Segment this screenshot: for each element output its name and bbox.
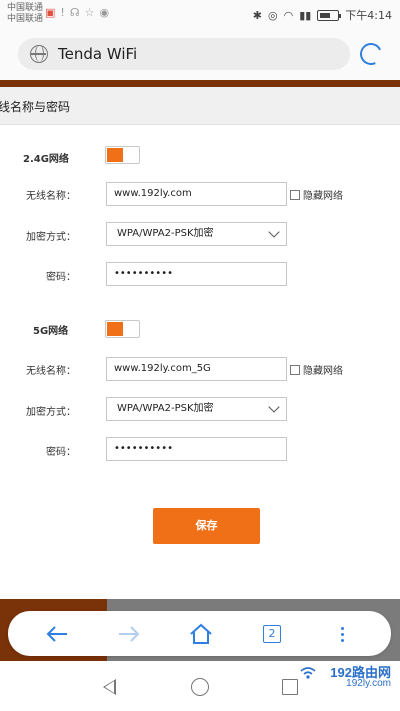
- save-button[interactable]: 保存: [153, 508, 260, 544]
- nav-home-icon[interactable]: [191, 678, 209, 696]
- security-5-value: WPA/WPA2-PSK加密: [117, 403, 214, 414]
- ssid-24-input[interactable]: www.192ly.com: [106, 182, 287, 206]
- tabs-button[interactable]: 2: [257, 619, 287, 649]
- hide-5-option[interactable]: 隐藏网络: [290, 362, 343, 377]
- hide-5-checkbox[interactable]: [290, 364, 300, 375]
- home-icon[interactable]: [186, 619, 216, 649]
- password-24-label: 密码：: [46, 272, 76, 283]
- band-5-toggle[interactable]: [105, 320, 140, 338]
- tab-count: 2: [263, 625, 281, 643]
- page-header-strip: [0, 80, 400, 87]
- toggle-knob: [107, 322, 123, 336]
- clock: 下午4:14: [345, 9, 392, 22]
- eye-icon: ◎: [267, 8, 278, 22]
- star-icon: ☆: [84, 6, 95, 19]
- watermark-url: 192ly.com: [346, 678, 391, 689]
- app-notification-icon: ▣: [45, 6, 56, 19]
- band-24-label: 2.4G网络: [23, 154, 69, 165]
- browser-toolbar: 2: [8, 611, 391, 656]
- battery-icon: [317, 9, 342, 21]
- system-status: ✱ ◎ ◠ ▮▮ 下午4:14: [253, 7, 392, 23]
- nav-recents-icon[interactable]: [282, 679, 298, 695]
- status-bar: 中国联通 中国联通 ▣ ! ☊ ☆ ◉ ✱ ◎ ◠ ▮▮ 下午4:14: [0, 0, 400, 28]
- ssid-5-input[interactable]: www.192ly.com_5G: [106, 357, 287, 381]
- hide-5-label: 隐藏网络: [303, 366, 343, 377]
- wifi-icon: ◠: [283, 8, 294, 22]
- carrier-2: 中国联通: [7, 14, 44, 24]
- reload-icon[interactable]: [356, 39, 386, 69]
- headset-icon: ☊: [69, 6, 80, 19]
- more-menu-icon[interactable]: [327, 619, 357, 649]
- security-24-select[interactable]: WPA/WPA2-PSK加密: [106, 222, 287, 246]
- url-text: Tenda WiFi: [58, 45, 138, 63]
- signal-icon: ▮▮: [299, 8, 312, 22]
- carrier-info: 中国联通 中国联通: [7, 3, 43, 25]
- password-24-input[interactable]: ••••••••••: [106, 262, 287, 286]
- security-24-label: 加密方式：: [26, 232, 76, 243]
- bluetooth-icon: ✱: [252, 8, 262, 22]
- chevron-down-icon: [268, 226, 280, 238]
- section-title: 线名称与密码: [0, 100, 71, 114]
- forward-arrow-icon[interactable]: [114, 619, 144, 649]
- hide-24-label: 隐藏网络: [303, 191, 343, 202]
- band-24-toggle[interactable]: [105, 146, 140, 164]
- browser-icon: ◉: [99, 6, 110, 19]
- globe-icon: [30, 45, 48, 63]
- url-bar[interactable]: Tenda WiFi: [18, 38, 350, 70]
- notification-icons: ▣ ! ☊ ☆ ◉: [45, 7, 109, 19]
- carrier-1: 中国联通: [7, 3, 44, 13]
- hide-24-option[interactable]: 隐藏网络: [290, 187, 343, 202]
- wifi-logo-icon: [300, 667, 316, 679]
- password-5-label: 密码：: [46, 447, 76, 458]
- security-5-label: 加密方式：: [26, 407, 76, 418]
- site-watermark: 192路由网 192ly.com: [297, 662, 397, 696]
- security-24-value: WPA/WPA2-PSK加密: [117, 228, 214, 239]
- nav-back-icon[interactable]: [103, 679, 116, 695]
- section-header: 线名称与密码: [0, 87, 400, 125]
- hide-24-checkbox[interactable]: [290, 189, 300, 200]
- ssid-5-label: 无线名称：: [26, 366, 76, 377]
- chevron-down-icon: [268, 401, 280, 413]
- alert-icon: !: [60, 6, 65, 19]
- band-5-label: 5G网络: [33, 326, 69, 337]
- back-arrow-icon[interactable]: [42, 619, 72, 649]
- browser-address-area: Tenda WiFi: [0, 28, 400, 80]
- toggle-knob: [107, 148, 123, 162]
- ssid-24-label: 无线名称：: [26, 191, 76, 202]
- password-5-input[interactable]: ••••••••••: [106, 437, 287, 461]
- security-5-select[interactable]: WPA/WPA2-PSK加密: [106, 397, 287, 421]
